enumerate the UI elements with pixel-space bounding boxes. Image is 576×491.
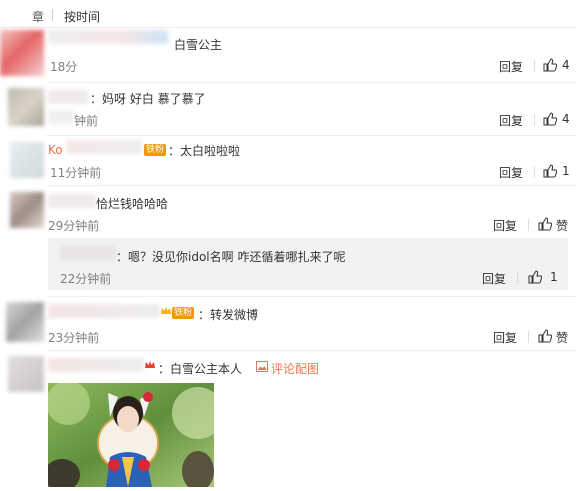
reply-button[interactable]: 回复: [493, 329, 517, 346]
thumb-up-icon[interactable]: [528, 270, 542, 284]
comment-text: ：白雪公主本人: [158, 362, 243, 376]
divider: [52, 9, 53, 21]
divider: [48, 350, 576, 351]
reply-button[interactable]: 回复: [499, 58, 523, 75]
reply-time: 22分钟前: [60, 272, 112, 286]
comment-image-link[interactable]: 评论配图: [271, 360, 319, 377]
comment-text: ：太白啦啦啦: [168, 144, 241, 158]
thumb-up-icon[interactable]: [538, 329, 552, 343]
username-redacted[interactable]: [60, 246, 116, 260]
divider: [528, 219, 529, 231]
crown-icon: [161, 307, 171, 314]
username-redacted[interactable]: [48, 30, 168, 44]
divider: [534, 166, 535, 178]
thumb-up-icon[interactable]: [538, 217, 552, 231]
reply-button[interactable]: 回复: [499, 164, 523, 181]
reply-button[interactable]: 回复: [499, 112, 523, 129]
comment-text: ：转发微博: [198, 308, 259, 322]
divider: [517, 272, 518, 284]
thumb-up-icon[interactable]: [543, 112, 557, 126]
fan-badge: 铁粉: [144, 144, 167, 156]
username-redacted[interactable]: [48, 194, 96, 208]
comment-time: 29分钟前: [48, 219, 100, 233]
avatar[interactable]: [0, 30, 44, 76]
thumb-up-icon[interactable]: [543, 164, 557, 178]
comment-time: 23分钟前: [48, 331, 100, 345]
comment-time: 11分钟前: [50, 166, 102, 180]
comment-image[interactable]: [48, 383, 214, 487]
image-icon[interactable]: [256, 361, 268, 372]
avatar[interactable]: [8, 88, 44, 126]
username-redacted[interactable]: [66, 140, 142, 154]
comment-time: 18分: [50, 60, 78, 74]
comment-text: 白雪公主: [174, 38, 223, 52]
like-count: 1: [562, 164, 570, 178]
avatar[interactable]: [10, 192, 44, 228]
like-button-label[interactable]: 赞: [556, 329, 568, 346]
username-redacted[interactable]: [48, 358, 144, 372]
like-count: 4: [562, 58, 570, 72]
comment-time: 钟前: [74, 114, 99, 128]
avatar[interactable]: [8, 356, 44, 392]
divider: [0, 27, 576, 28]
comment-text: ：妈呀 好白 慕了慕了: [90, 92, 206, 106]
divider: [534, 114, 535, 126]
username-partial[interactable]: Ko: [48, 143, 63, 157]
reply-button[interactable]: 回复: [493, 217, 517, 234]
divider: [48, 296, 576, 297]
thumb-up-icon[interactable]: [543, 58, 557, 72]
reply-button[interactable]: 回复: [482, 270, 506, 287]
divider: [534, 60, 535, 72]
divider: [528, 331, 529, 343]
divider: [48, 185, 576, 186]
comment-image-graphic: [48, 383, 214, 487]
sort-partial-label: 章: [32, 10, 45, 24]
avatar[interactable]: [6, 302, 44, 342]
like-count: 1: [550, 270, 558, 284]
like-button-label[interactable]: 赞: [556, 217, 568, 234]
divider: [48, 135, 576, 136]
like-count: 4: [562, 112, 570, 126]
reply-thread: ：嗯？没见你idol名啊 咋还循着哪扎来了呢 22分钟前 回复 1: [48, 238, 568, 290]
divider: [48, 82, 576, 83]
fan-badge: 铁粉: [172, 307, 195, 319]
username-redacted[interactable]: [48, 304, 160, 318]
comment-text: 恰烂钱哈哈哈: [96, 197, 169, 211]
comment-sort-bar: 章 按时间: [0, 0, 576, 28]
username-redacted[interactable]: [48, 90, 88, 104]
avatar[interactable]: [10, 142, 44, 178]
crown-icon: [145, 361, 155, 368]
time-redacted: [48, 110, 74, 124]
reply-text: ：嗯？没见你idol名啊 咋还循着哪扎来了呢: [116, 250, 346, 264]
sort-by-time-tab[interactable]: 按时间: [64, 8, 100, 25]
